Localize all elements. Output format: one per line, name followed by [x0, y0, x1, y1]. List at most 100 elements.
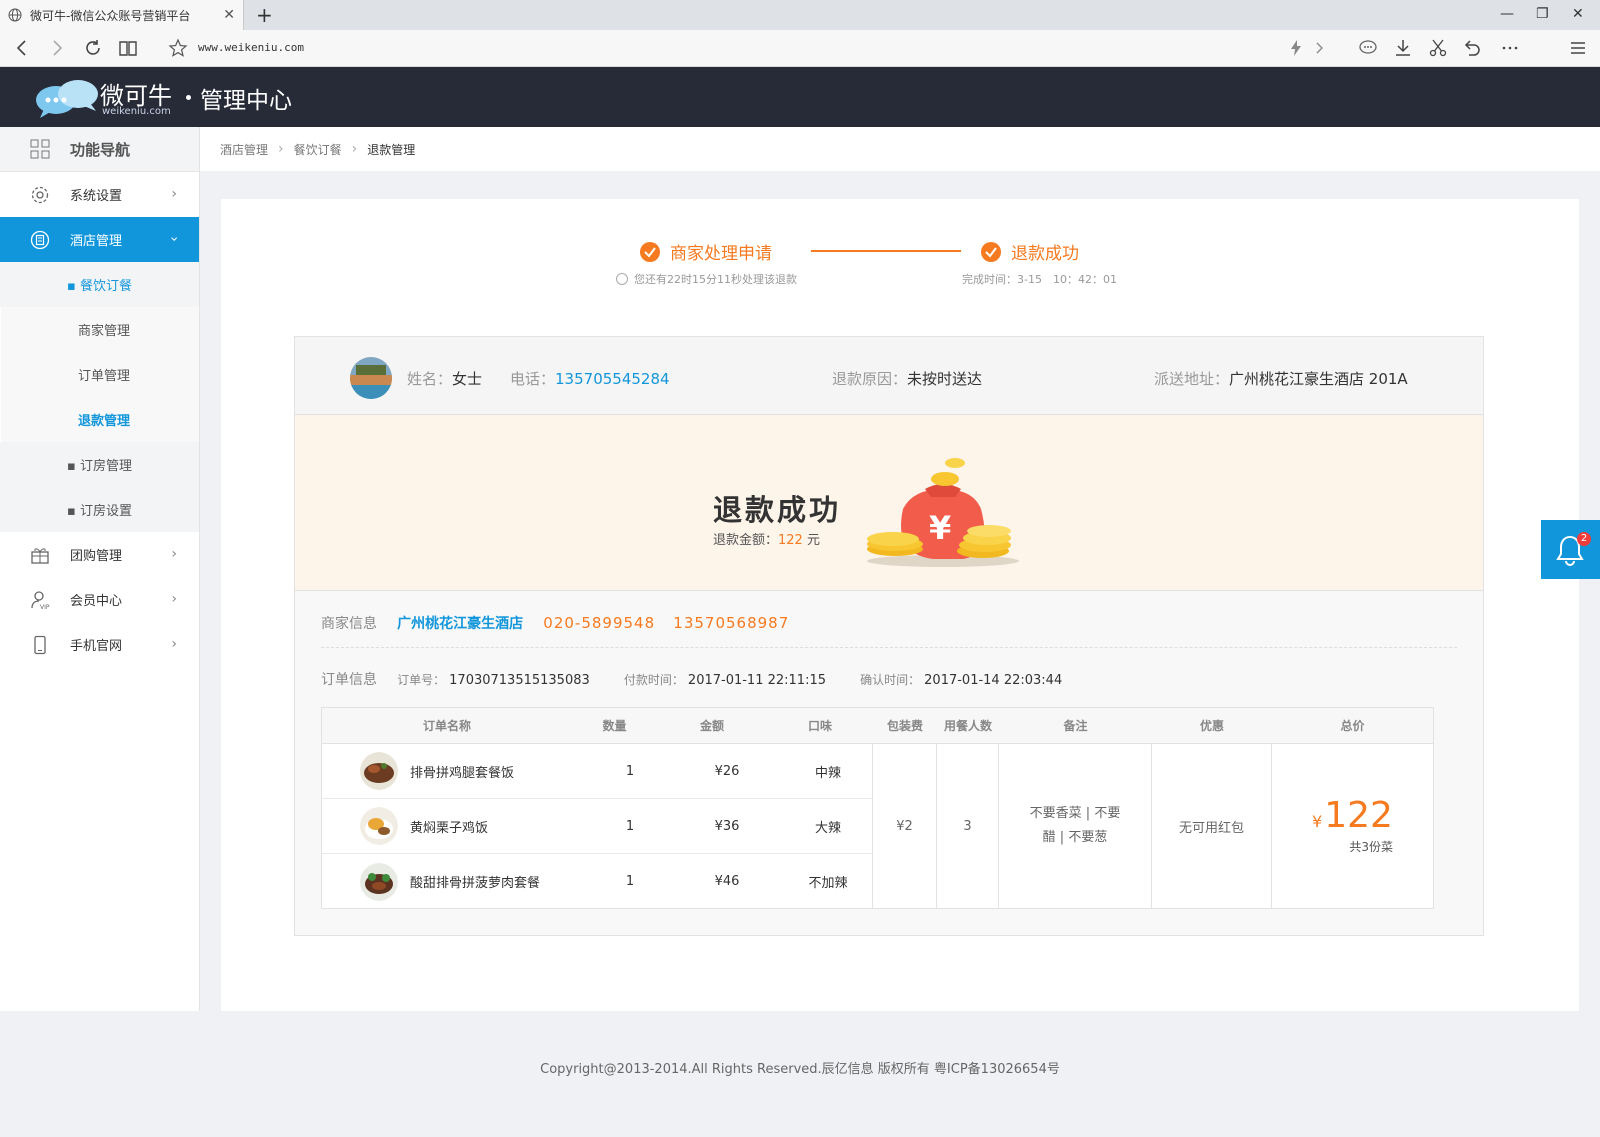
sidebar-nav-header: 功能导航 [0, 127, 199, 172]
sidebar-subitem-refunds[interactable]: 退款管理 [1, 397, 199, 442]
sidebar-item-label: 酒店管理 [70, 234, 123, 249]
item-taste: 大辣 [814, 820, 841, 836]
table-header: 订单名称 数量 金额 口味 包装费 用餐人数 备注 优惠 总价 [322, 708, 1433, 744]
breadcrumb-separator-icon: › [278, 141, 284, 157]
col-header: 用餐人数 [943, 719, 992, 733]
reading-view-icon[interactable] [118, 38, 138, 58]
download-icon[interactable] [1393, 38, 1413, 58]
confirm-time-label: 确认时间： [860, 673, 921, 687]
sidebar-item-hotel-management[interactable]: 酒店管理 › [0, 217, 199, 262]
step-label: 退款成功 [1011, 244, 1079, 264]
scissors-icon[interactable] [1428, 38, 1448, 58]
hotel-icon [30, 230, 50, 249]
discount: 无可用红包 [1152, 744, 1272, 908]
chevron-right-icon[interactable] [1310, 38, 1330, 58]
breadcrumb-current: 退款管理 [367, 142, 416, 157]
tab-title: 微可牛-微信公众账号营销平台 [30, 8, 191, 23]
item-name: 排骨拼鸡腿套餐饭 [410, 765, 515, 781]
sidebar-item-member-center[interactable]: VIP 会员中心 › [0, 577, 199, 622]
grid-icon [30, 139, 50, 159]
breadcrumb-item[interactable]: 餐饮订餐 [294, 141, 342, 158]
window-close-icon[interactable]: ✕ [1572, 6, 1584, 22]
package-fee: ¥2 [873, 744, 937, 908]
pay-time-label: 付款时间： [623, 673, 684, 687]
more-icon[interactable] [1500, 38, 1520, 58]
restore-icon[interactable]: ❐ [1536, 6, 1549, 22]
sidebar-item-group-buying[interactable]: 团购管理 › [0, 532, 199, 577]
item-taste: 中辣 [814, 765, 841, 781]
breadcrumb-separator-icon: › [351, 141, 358, 157]
notification-badge: 2 [1577, 532, 1591, 546]
breadcrumb-item[interactable]: 酒店管理 [220, 141, 268, 158]
chevron-right-icon: › [171, 591, 177, 607]
close-tab-icon[interactable]: ✕ [223, 7, 235, 23]
refund-reason: 退款原因：未按时送达 [832, 370, 983, 388]
new-tab-button[interactable]: + [256, 3, 273, 27]
item-price: ¥36 [714, 818, 740, 834]
sidebar-item-label: 团购管理 [70, 549, 123, 564]
browser-tab[interactable]: 微可牛-微信公众账号营销平台 ✕ [0, 0, 244, 30]
food-thumbnail [360, 752, 398, 790]
back-icon[interactable] [12, 38, 32, 58]
separator-dot [186, 95, 191, 100]
sidebar-catering-children: 商家管理 订单管理 退款管理 [0, 307, 199, 442]
logo-domain: weikeniu.com [102, 106, 171, 117]
customer-info-row: 姓名：女士 电话：135705545284 退款原因：未按时送达 派送地址：广州… [295, 337, 1483, 415]
step1-countdown: 您还有22时15分11秒处理该退款 [634, 273, 797, 286]
pay-time: 2017-01-11 22:11:15 [687, 673, 826, 688]
col-header: 订单名称 [422, 719, 471, 733]
svg-text:VIP: VIP [40, 604, 50, 610]
undo-icon[interactable] [1462, 38, 1482, 58]
sidebar-subitem-merchants[interactable]: 商家管理 [1, 307, 199, 352]
gift-icon [31, 547, 49, 564]
diners-count: 3 [937, 744, 999, 908]
sidebar-subitem-room-booking[interactable]: ▪ 订房管理 [0, 442, 199, 487]
refresh-icon[interactable] [83, 38, 103, 58]
order-info-label: 订单信息 [321, 672, 377, 688]
sidebar-subitem-room-settings[interactable]: ▪ 订房设置 [0, 487, 199, 532]
chat-icon[interactable] [1358, 38, 1378, 58]
app-header: 微可牛 weikeniu.com 管理中心 [0, 67, 1600, 127]
total-price: ¥122 [1312, 794, 1393, 836]
check-circle-icon [981, 241, 1001, 262]
merchant-info-label: 商家信息 [321, 616, 377, 632]
refund-amount: 退款金额：122 元 [713, 533, 820, 548]
svg-text:¥: ¥ [929, 509, 951, 547]
favorite-star-icon[interactable] [168, 38, 188, 58]
forward-icon[interactable] [47, 38, 67, 58]
refund-detail-card: 商家处理申请 退款成功 您还有22时15分11秒处理该退款 完成时间：3-15 … [221, 199, 1579, 1011]
chevron-down-icon: › [166, 236, 183, 242]
menu-icon[interactable] [1568, 38, 1588, 58]
order-info-row: 订单信息 订单号： 17030713515135083 付款时间： 2017-01-… [321, 669, 1092, 689]
url-field[interactable]: www.weikeniu.com [198, 41, 304, 54]
item-qty: 1 [625, 763, 635, 779]
clock-icon [616, 273, 628, 285]
customer-name: 姓名：女士 [407, 370, 483, 388]
avatar [350, 357, 392, 399]
chevron-right-icon: › [171, 186, 177, 202]
sidebar-item-system-settings[interactable]: 系统设置 › [0, 172, 199, 217]
refund-success-title: 退款成功 [713, 493, 842, 527]
divider [321, 647, 1457, 648]
browser-tabbar: 微可牛-微信公众账号营销平台 ✕ + — ❐ ✕ [0, 0, 1600, 30]
lightning-icon[interactable] [1286, 38, 1306, 58]
merchant-mobile: 13570568987 [673, 614, 790, 632]
order-no-label: 订单号： [397, 673, 446, 687]
browser-address-bar: www.weikeniu.com [0, 30, 1600, 67]
sidebar-item-mobile-site[interactable]: 手机官网 › [0, 622, 199, 667]
minimize-icon[interactable]: — [1500, 6, 1514, 22]
table-row: 排骨拼鸡腿套餐饭 1 ¥26 中辣 [322, 744, 872, 799]
confirm-time: 2017-01-14 22:03:44 [924, 673, 1063, 688]
sidebar-subitem-orders[interactable]: 订单管理 [1, 352, 199, 397]
col-header: 优惠 [1199, 719, 1224, 733]
col-header: 备注 [1063, 719, 1088, 733]
merchant-name[interactable]: 广州桃花江豪生酒店 [397, 616, 523, 632]
sidebar-hotel-submenu: ▪ 餐饮订餐 商家管理 订单管理 退款管理 ▪ 订房管理 ▪ 订房设置 [0, 262, 199, 532]
notification-button[interactable]: 2 [1541, 520, 1600, 579]
sidebar-nav-title: 功能导航 [70, 140, 131, 159]
item-name: 酸甜排骨拼菠萝肉套餐 [410, 876, 541, 891]
col-header: 数量 [602, 719, 627, 733]
food-thumbnail [360, 862, 398, 901]
sidebar-subitem-catering[interactable]: ▪ 餐饮订餐 [0, 262, 199, 307]
step-refund-success: 退款成功 [981, 239, 1079, 264]
